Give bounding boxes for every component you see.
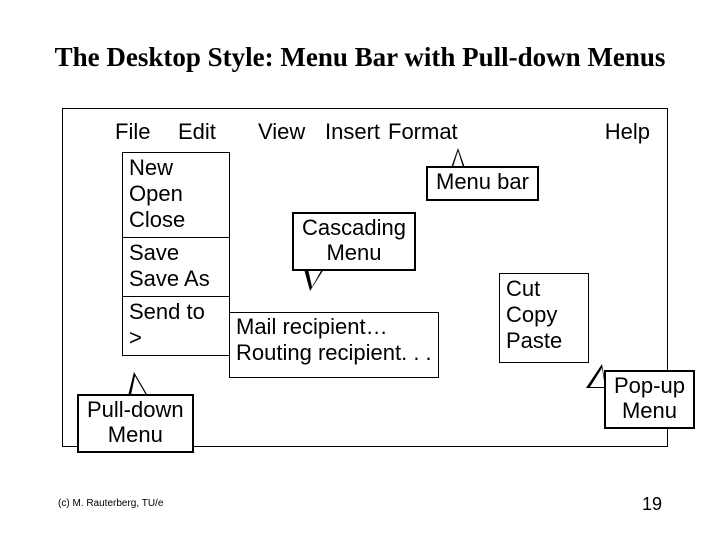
menu-item-new[interactable]: New	[129, 155, 223, 181]
menu-item-open[interactable]: Open	[129, 181, 223, 207]
menu-help[interactable]: Help	[605, 119, 650, 145]
footer-page-number: 19	[642, 494, 662, 515]
menu-insert[interactable]: Insert	[325, 119, 388, 145]
menu-item-send-to[interactable]: Send to >	[129, 299, 223, 351]
menu-item-mail-recipient[interactable]: Mail recipient…	[236, 314, 432, 340]
menu-format[interactable]: Format	[388, 119, 456, 145]
callout-tail	[451, 148, 465, 168]
menu-bar: File Edit View Insert Format Help	[115, 118, 650, 146]
file-pulldown-menu: New Open Close Save Save As Send to >	[122, 152, 230, 356]
menu-item-close[interactable]: Close	[129, 207, 223, 233]
context-popup-menu: Cut Copy Paste	[499, 273, 589, 363]
slide-title: The Desktop Style: Menu Bar with Pull-do…	[0, 42, 720, 73]
menu-item-copy[interactable]: Copy	[506, 302, 582, 328]
callout-popup-menu: Pop-up Menu	[604, 370, 695, 429]
callout-tail	[128, 372, 148, 396]
callout-tail	[304, 269, 324, 291]
menu-item-routing-recipient[interactable]: Routing recipient. . .	[236, 340, 432, 366]
menu-file[interactable]: File	[115, 119, 178, 145]
callout-pulldown-menu: Pull-down Menu	[77, 394, 194, 453]
callout-cascading-menu: Cascading Menu	[292, 212, 416, 271]
menu-item-cut[interactable]: Cut	[506, 276, 582, 302]
menu-edit[interactable]: Edit	[178, 119, 258, 145]
send-to-cascade-menu: Mail recipient… Routing recipient. . .	[229, 312, 439, 378]
footer-copyright: (c) M. Rauterberg, TU/e	[58, 498, 163, 509]
menu-item-save-as[interactable]: Save As	[129, 266, 223, 292]
menu-item-paste[interactable]: Paste	[506, 328, 582, 354]
callout-tail	[586, 364, 606, 388]
callout-menu-bar: Menu bar	[426, 166, 539, 201]
menu-item-save[interactable]: Save	[129, 240, 223, 266]
menu-view[interactable]: View	[258, 119, 325, 145]
